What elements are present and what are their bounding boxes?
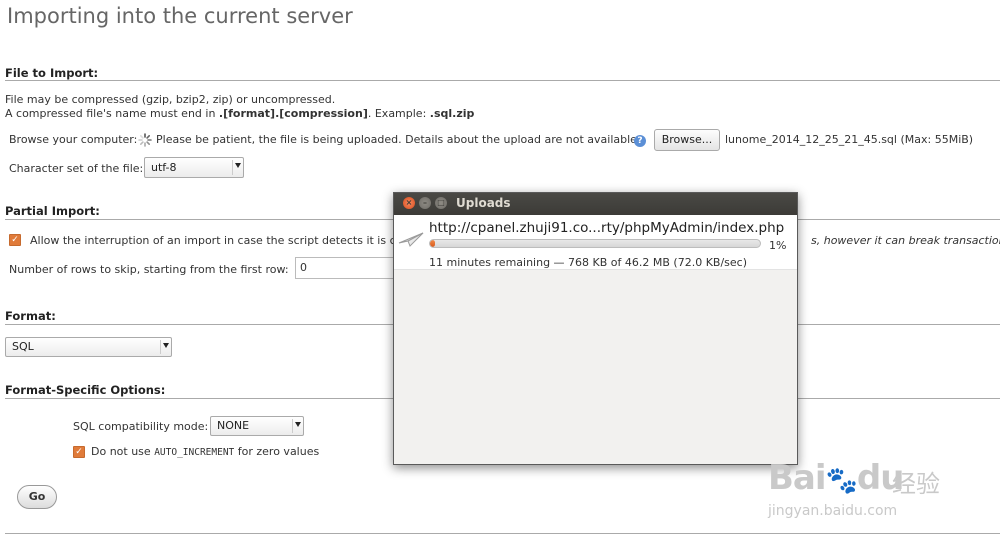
close-icon[interactable]: × [403, 197, 415, 209]
filename-rule-format: .[format].[compression] [218, 107, 368, 120]
watermark-chinese: 经验 [892, 470, 940, 498]
skip-rows-input[interactable]: 0 [295, 257, 395, 279]
browse-label: Browse your computer: [9, 133, 138, 146]
auto-increment-checkbox[interactable]: ✓ [73, 446, 85, 458]
section-heading-file-to-import: File to Import: [5, 66, 99, 80]
upload-percent: 1% [769, 239, 787, 252]
section-heading-partial-import: Partial Import: [5, 204, 100, 218]
compression-info: File may be compressed (gzip, bzip2, zip… [5, 93, 336, 106]
uploads-window[interactable]: × – □ Uploads http://cpanel.zhuji91.co..… [393, 192, 798, 465]
minimize-icon[interactable]: – [419, 197, 431, 209]
browse-button[interactable]: Browse... [654, 129, 720, 151]
charset-select[interactable]: utf-8 [144, 157, 244, 178]
filename-rule: A compressed file's name must end in .[f… [5, 107, 474, 120]
upload-status: 11 minutes remaining — 768 KB of 46.2 MB… [429, 256, 748, 269]
chevron-down-icon [295, 422, 301, 427]
loading-spinner-icon [138, 133, 152, 147]
charset-select-value: utf-8 [151, 161, 177, 174]
allow-interrupt-label: Allow the interruption of an import in c… [30, 234, 399, 247]
go-button[interactable]: Go [17, 485, 57, 509]
chevron-down-icon [163, 343, 169, 348]
filename-rule-example: .sql.zip [429, 107, 475, 120]
format-select[interactable]: SQL [5, 337, 172, 357]
upload-item[interactable]: http://cpanel.zhuji91.co...rty/phpMyAdmi… [394, 215, 797, 270]
allow-interrupt-checkbox[interactable]: ✓ [9, 234, 21, 246]
selected-file: lunome_2014_12_25_21_45.sql (Max: 55MiB) [725, 133, 973, 146]
upload-message: Please be patient, the file is being upl… [156, 133, 641, 146]
paw-icon: 🐾 [825, 466, 858, 496]
charset-label: Character set of the file: [9, 162, 144, 175]
auto-increment-prefix: Do not use [91, 445, 155, 458]
max-upload-size: (Max: 55MiB) [900, 133, 974, 146]
divider [5, 80, 1000, 81]
compat-mode-select[interactable]: NONE [210, 416, 304, 436]
chevron-down-icon [235, 163, 241, 168]
upload-url: http://cpanel.zhuji91.co...rty/phpMyAdmi… [429, 220, 785, 236]
help-icon[interactable]: ? [634, 135, 646, 147]
upload-progress-bar [429, 239, 761, 248]
uploads-titlebar[interactable]: × – □ Uploads [394, 193, 797, 215]
filename-rule-prefix: A compressed file's name must end in [5, 107, 219, 120]
format-select-value: SQL [12, 340, 34, 353]
upload-progress-fill [430, 240, 435, 247]
skip-rows-label: Number of rows to skip, starting from th… [9, 263, 289, 276]
watermark-brand: Bai [768, 458, 827, 498]
maximize-icon[interactable]: □ [435, 197, 447, 209]
paper-plane-icon [398, 231, 424, 247]
auto-increment-code: AUTO_INCREMENT [154, 447, 235, 458]
section-heading-format-options: Format-Specific Options: [5, 383, 166, 397]
auto-increment-suffix: for zero values [234, 445, 320, 458]
divider [5, 533, 1000, 534]
section-heading-format: Format: [5, 309, 56, 323]
watermark-url: jingyan.baidu.com [768, 503, 898, 519]
selected-file-name: lunome_2014_12_25_21_45.sql [725, 133, 897, 146]
filename-rule-mid: . Example: [367, 107, 430, 120]
page-title: Importing into the current server [7, 4, 353, 28]
compat-mode-value: NONE [217, 419, 250, 432]
watermark-logo: Bai🐾du [768, 458, 904, 498]
uploads-title: Uploads [456, 196, 511, 210]
compat-mode-label: SQL compatibility mode: [73, 420, 209, 433]
auto-increment-label: Do not use AUTO_INCREMENT for zero value… [91, 445, 319, 458]
allow-interrupt-label-tail: s, however it can break transactions.) [811, 234, 1000, 247]
